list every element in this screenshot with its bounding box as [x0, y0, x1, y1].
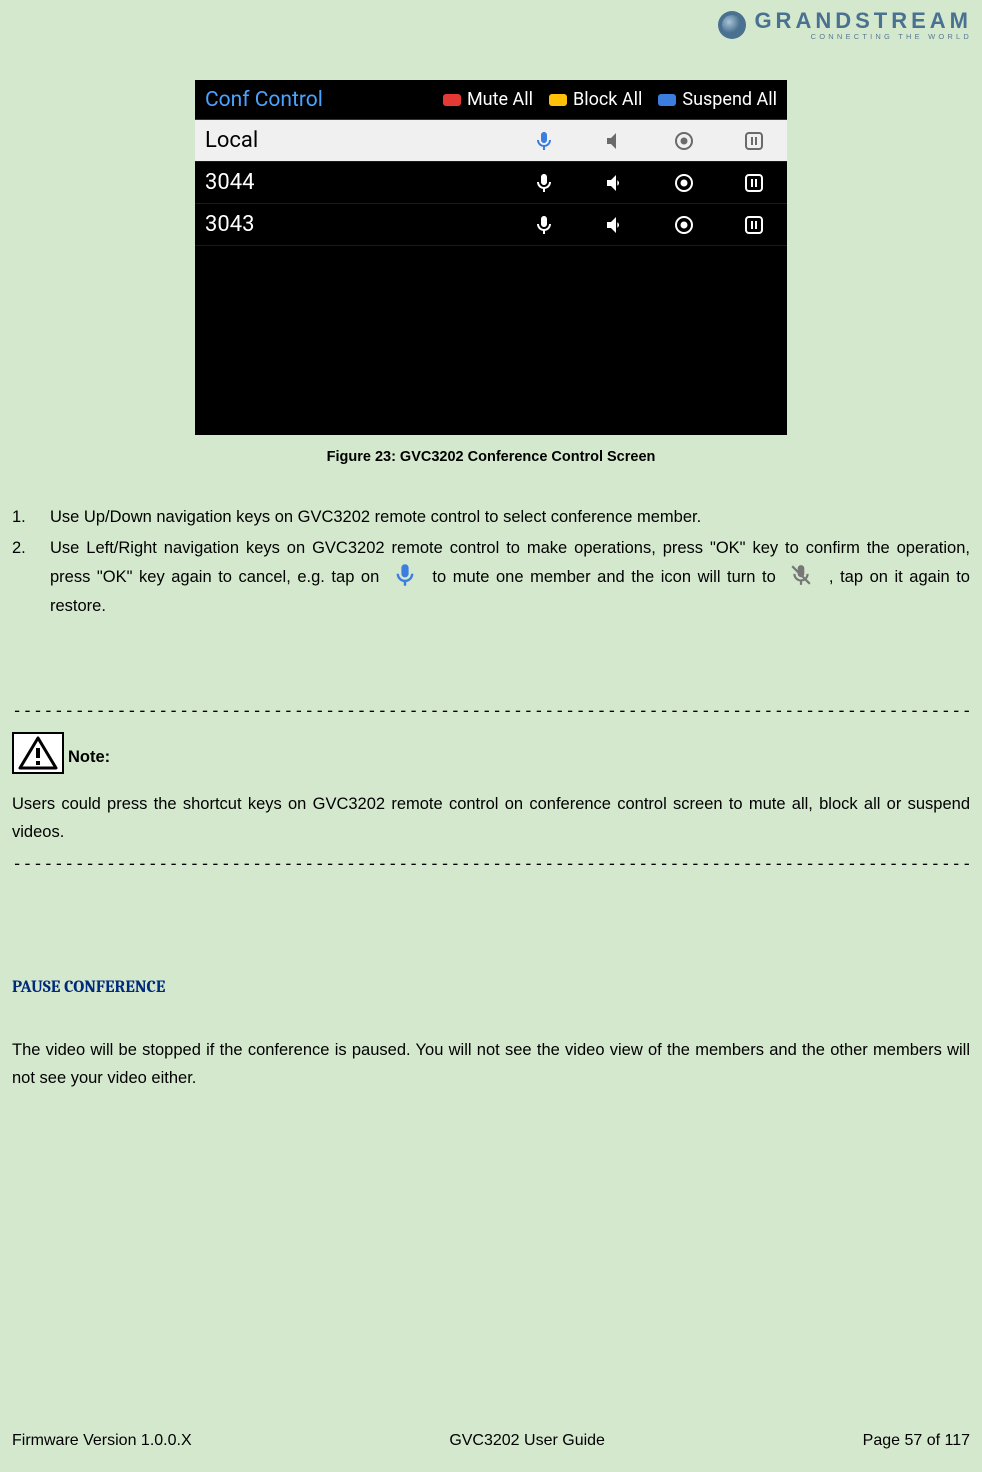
separator-line: ----------------------------------------…: [12, 856, 970, 873]
footer-page: Page 57 of 117: [863, 1432, 970, 1450]
instruction-1-text: Use Up/Down navigation keys on GVC3202 r…: [50, 503, 970, 532]
legend-suspend-label: Suspend All: [682, 89, 777, 110]
instruction-2: 2. Use Left/Right navigation keys on GVC…: [12, 534, 970, 621]
list-number: 1.: [12, 503, 50, 532]
legend-block-all: Block All: [549, 89, 642, 110]
yellow-dot-icon: [549, 94, 567, 106]
participant-label: Local: [205, 128, 395, 153]
legend-block-label: Block All: [573, 89, 642, 110]
instruction-1: 1. Use Up/Down navigation keys on GVC320…: [12, 503, 970, 532]
section-heading: PAUSE CONFERENCE: [12, 973, 970, 1003]
section-body: The video will be stopped if the confere…: [12, 1036, 970, 1092]
footer-firmware: Firmware Version 1.0.0.X: [12, 1432, 192, 1450]
pause-icon: [743, 172, 765, 194]
logo-globe-icon: [718, 11, 746, 39]
note-header: Note:: [12, 732, 970, 774]
note-text: Users could press the shortcut keys on G…: [12, 790, 970, 846]
mic-muted-icon: [790, 563, 814, 587]
blue-dot-icon: [658, 94, 676, 106]
participant-row-local: Local: [195, 120, 787, 162]
warning-icon: [12, 732, 64, 774]
record-icon: [673, 172, 695, 194]
legend-suspend-all: Suspend All: [658, 89, 777, 110]
list-number: 2.: [12, 534, 50, 621]
logo-text: GRANDSTREAM: [754, 8, 972, 34]
legend-mute-label: Mute All: [467, 89, 533, 110]
figure-caption: Figure 23: GVC3202 Conference Control Sc…: [195, 449, 787, 465]
record-icon: [673, 214, 695, 236]
screenshot-header: Conf Control Mute All Block All Suspend …: [195, 80, 787, 120]
mic-icon: [533, 214, 555, 236]
speaker-icon: [603, 172, 625, 194]
brand-logo: GRANDSTREAM CONNECTING THE WORLD: [718, 8, 972, 41]
screenshot-legend: Mute All Block All Suspend All: [343, 89, 777, 110]
mic-icon: [533, 130, 555, 152]
pause-icon: [743, 130, 765, 152]
speaker-icon: [603, 130, 625, 152]
instruction-2-text: Use Left/Right navigation keys on GVC320…: [50, 534, 970, 621]
page-footer: Firmware Version 1.0.0.X GVC3202 User Gu…: [12, 1432, 970, 1450]
mic-icon: [533, 172, 555, 194]
separator-line: ----------------------------------------…: [12, 703, 970, 720]
legend-mute-all: Mute All: [443, 89, 533, 110]
screenshot-title: Conf Control: [205, 88, 343, 112]
speaker-icon: [603, 214, 625, 236]
pause-icon: [743, 214, 765, 236]
mic-blue-icon: [394, 563, 418, 587]
footer-title: GVC3202 User Guide: [449, 1432, 605, 1450]
red-dot-icon: [443, 94, 461, 106]
conference-control-screenshot: Conf Control Mute All Block All Suspend …: [195, 80, 787, 435]
participant-row-3043: 3043: [195, 204, 787, 246]
record-icon: [673, 130, 695, 152]
instruction-2b: to mute one member and the icon will tur…: [432, 568, 782, 586]
participant-label: 3043: [205, 212, 395, 237]
note-label: Note:: [68, 743, 110, 774]
participant-row-3044: 3044: [195, 162, 787, 204]
participant-label: 3044: [205, 170, 395, 195]
